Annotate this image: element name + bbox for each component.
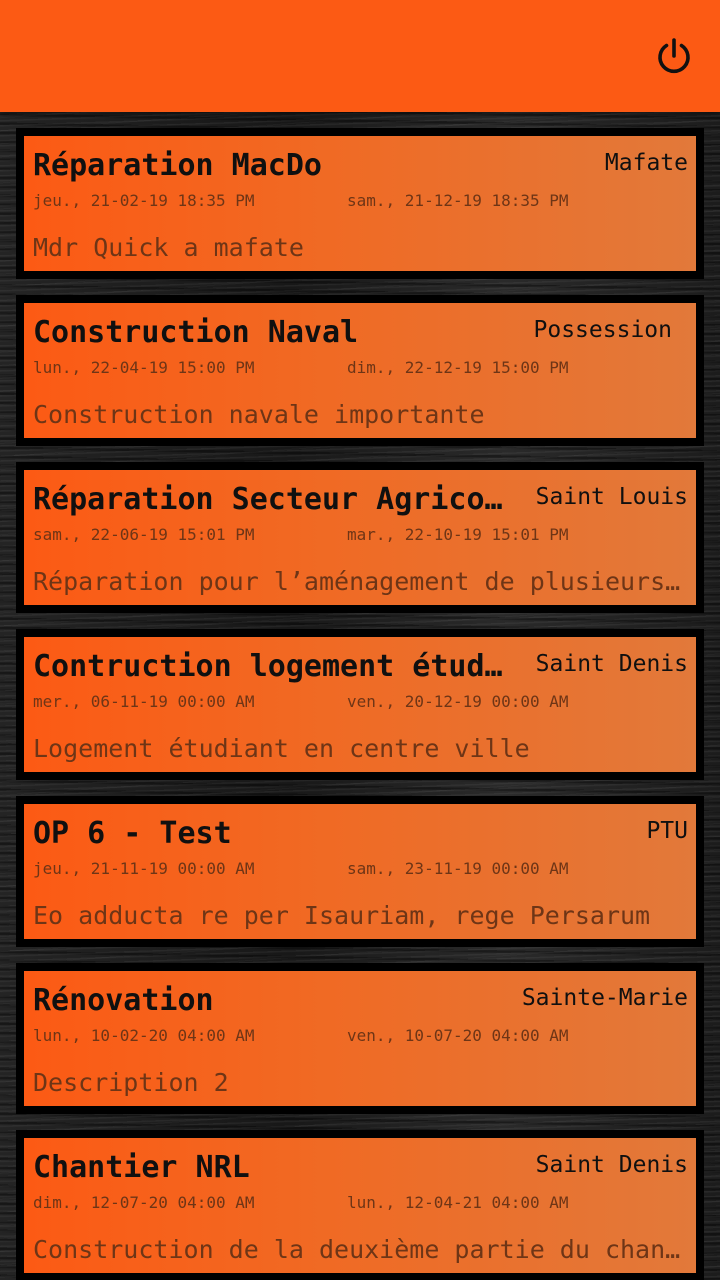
operation-title: Contruction logement étudiant: [33, 649, 513, 684]
operation-description: Réparation pour l’aménagement de plusieu…: [33, 567, 683, 596]
operation-title: OP 6 - Test: [33, 816, 232, 851]
operation-list: Réparation MacDo Mafate jeu., 21-02-19 1…: [16, 128, 704, 1280]
app-header: [0, 0, 720, 112]
operation-card[interactable]: OP 6 - Test PTU jeu., 21-11-19 00:00 AM …: [16, 796, 704, 947]
operation-location: Saint Louis: [535, 484, 688, 510]
operation-location: Mafate: [604, 150, 688, 176]
power-button[interactable]: [654, 36, 694, 76]
operation-card[interactable]: Chantier NRL Saint Denis dim., 12-07-20 …: [16, 1130, 704, 1280]
operation-end-date: lun., 12-04-21 04:00 AM: [347, 1193, 569, 1212]
operation-description: Eo adducta re per Isauriam, rege Persaru…: [33, 901, 651, 930]
operation-title: Réparation MacDo: [33, 148, 322, 183]
power-icon: [658, 38, 690, 74]
operation-start-date: jeu., 21-02-19 18:35 PM: [33, 191, 255, 210]
operation-title: Réparation Secteur Agricole: [33, 482, 513, 517]
operation-location: Saint Denis: [535, 1152, 688, 1178]
operation-end-date: dim., 22-12-19 15:00 PM: [347, 358, 569, 377]
operation-description: Description 2: [33, 1068, 229, 1097]
operation-location: Saint Denis: [535, 651, 688, 677]
operation-start-date: lun., 22-04-19 15:00 PM: [33, 358, 255, 377]
operation-location: Sainte-Marie: [521, 985, 688, 1011]
operation-start-date: lun., 10-02-20 04:00 AM: [33, 1026, 255, 1045]
operation-start-date: jeu., 21-11-19 00:00 AM: [33, 859, 255, 878]
operation-description: Construction navale importante: [33, 400, 485, 429]
operation-description: Mdr Quick a mafate: [33, 233, 304, 262]
operation-end-date: ven., 20-12-19 00:00 AM: [347, 692, 569, 711]
operation-card[interactable]: Construction Naval Possession lun., 22-0…: [16, 295, 704, 446]
operation-title: Chantier NRL: [33, 1150, 250, 1185]
operation-card[interactable]: Rénovation Sainte-Marie lun., 10-02-20 0…: [16, 963, 704, 1114]
operation-start-date: sam., 22-06-19 15:01 PM: [33, 525, 255, 544]
operation-card[interactable]: Contruction logement étudiant Saint Deni…: [16, 629, 704, 780]
operation-end-date: mar., 22-10-19 15:01 PM: [347, 525, 569, 544]
operation-description: Logement étudiant en centre ville: [33, 734, 530, 763]
operation-title: Construction Naval: [33, 315, 359, 350]
operation-end-date: ven., 10-07-20 04:00 AM: [347, 1026, 569, 1045]
operation-location: Possession: [533, 317, 672, 343]
operation-start-date: mer., 06-11-19 00:00 AM: [33, 692, 255, 711]
operation-card[interactable]: Réparation Secteur Agricole Saint Louis …: [16, 462, 704, 613]
operation-card[interactable]: Réparation MacDo Mafate jeu., 21-02-19 1…: [16, 128, 704, 279]
operation-location: PTU: [646, 818, 688, 844]
operation-start-date: dim., 12-07-20 04:00 AM: [33, 1193, 255, 1212]
operation-title: Rénovation: [33, 983, 214, 1018]
operation-description: Construction de la deuxième partie du ch…: [33, 1235, 683, 1264]
operation-end-date: sam., 23-11-19 00:00 AM: [347, 859, 569, 878]
operation-end-date: sam., 21-12-19 18:35 PM: [347, 191, 569, 210]
